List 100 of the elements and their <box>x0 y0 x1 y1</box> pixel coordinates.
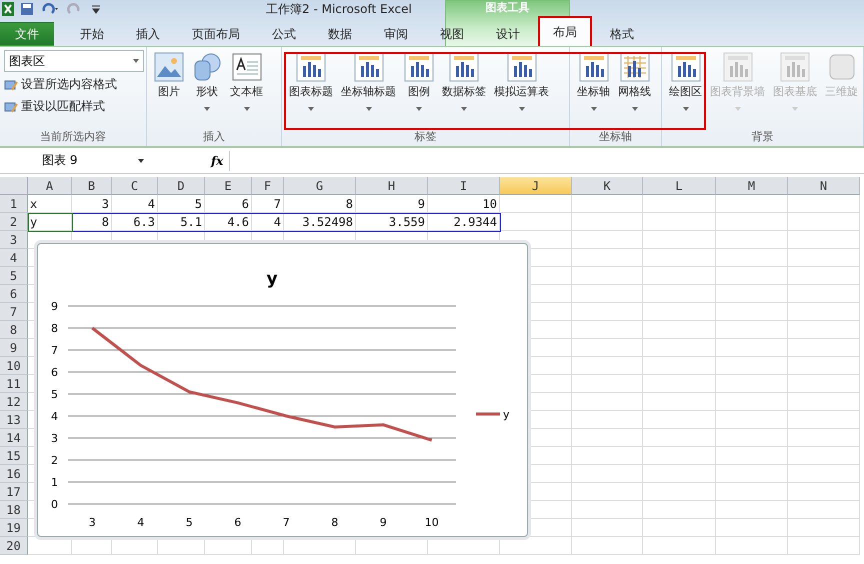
table-cell <box>716 249 788 267</box>
table-cell <box>716 195 788 213</box>
name-box[interactable]: 图表 9 <box>0 150 150 170</box>
row-header[interactable]: 5 <box>0 267 28 285</box>
ribbon-button[interactable]: 数据标签 <box>439 50 489 113</box>
row-header[interactable]: 13 <box>0 411 28 429</box>
row-header[interactable]: 15 <box>0 447 28 465</box>
ribbon-button[interactable]: 坐标轴标题 <box>338 50 399 113</box>
column-header[interactable]: D <box>158 177 205 195</box>
table-cell: 10 <box>428 195 500 213</box>
table-cell <box>572 411 643 429</box>
ribbon-button[interactable]: 形状 <box>189 50 225 113</box>
column-header[interactable]: E <box>205 177 252 195</box>
column-header[interactable]: K <box>572 177 643 195</box>
ribbon-tab[interactable]: 插入 <box>122 22 174 46</box>
undo-icon[interactable] <box>40 2 60 16</box>
chart-icon <box>296 52 326 82</box>
format-button[interactable]: 设置所选内容格式 <box>4 75 144 94</box>
x-axis-label: 5 <box>186 516 193 529</box>
table-cell <box>572 393 643 411</box>
y-axis-label: 0 <box>51 498 58 511</box>
customize-toolbar-icon[interactable] <box>92 4 100 14</box>
row-header[interactable]: 20 <box>0 537 28 555</box>
table-cell: 3.559 <box>356 213 428 231</box>
column-header[interactable]: I <box>428 177 500 195</box>
table-cell <box>572 447 643 465</box>
row-header[interactable]: 14 <box>0 429 28 447</box>
table-cell <box>572 213 643 231</box>
table-cell <box>572 501 643 519</box>
y-axis-label: 9 <box>51 300 58 313</box>
group-label: 当前所选内容 <box>39 130 107 145</box>
x-axis-label: 9 <box>380 516 387 529</box>
ribbon-button[interactable]: 图片 <box>151 50 187 101</box>
table-cell: 5 <box>158 195 205 213</box>
row-header[interactable]: 2 <box>0 213 28 231</box>
group-label: 坐标轴 <box>598 130 633 145</box>
excel-logo-icon <box>2 2 14 16</box>
column-header[interactable]: G <box>284 177 356 195</box>
column-header[interactable]: F <box>252 177 284 195</box>
ribbon-button[interactable]: 文本框 <box>227 50 266 113</box>
table-cell <box>572 339 643 357</box>
shapes-icon <box>192 52 222 82</box>
row-header[interactable]: 1 <box>0 195 28 213</box>
row-header[interactable]: 17 <box>0 483 28 501</box>
row-header[interactable]: 7 <box>0 303 28 321</box>
row-header[interactable]: 3 <box>0 231 28 249</box>
ribbon-tab[interactable]: 文件 <box>0 22 54 46</box>
ribbon-tab[interactable]: 数据 <box>314 22 366 46</box>
table-cell: 4 <box>252 213 284 231</box>
ribbon-button[interactable]: 坐标轴 <box>574 50 613 113</box>
legend-label: y <box>503 408 510 421</box>
chart-icon <box>722 52 752 82</box>
table-cell <box>572 285 643 303</box>
row-header[interactable]: 10 <box>0 357 28 375</box>
ribbon-tab[interactable]: 开始 <box>66 22 118 46</box>
save-icon[interactable] <box>20 2 34 16</box>
ribbon-tab[interactable]: 格式 <box>596 22 648 46</box>
row-header[interactable]: 8 <box>0 321 28 339</box>
column-header[interactable]: B <box>72 177 112 195</box>
row-header[interactable]: 11 <box>0 375 28 393</box>
function-button[interactable]: fx <box>211 154 224 168</box>
column-header[interactable]: J <box>500 177 572 195</box>
row-header[interactable]: 19 <box>0 519 28 537</box>
selection-dropdown[interactable]: 图表区 <box>4 50 144 72</box>
ribbon-tab[interactable]: 布局 <box>538 16 592 46</box>
ribbon-tab[interactable]: 设计 <box>482 22 534 46</box>
column-header[interactable]: N <box>788 177 860 195</box>
ribbon-button[interactable]: 图例 <box>401 50 437 113</box>
ribbon-button[interactable]: 模拟运算表 <box>491 50 552 113</box>
ribbon-button[interactable]: 图表标题 <box>286 50 336 113</box>
ribbon-button[interactable]: 网格线 <box>615 50 654 113</box>
row-header[interactable]: 18 <box>0 501 28 519</box>
column-header[interactable]: H <box>356 177 428 195</box>
column-header[interactable]: C <box>112 177 158 195</box>
table-cell <box>788 447 860 465</box>
y-axis-label: 1 <box>51 476 58 489</box>
column-header[interactable]: L <box>643 177 716 195</box>
ribbon-tab[interactable]: 公式 <box>258 22 310 46</box>
ribbon-tab[interactable]: 审阅 <box>370 22 422 46</box>
table-cell <box>788 465 860 483</box>
row-header[interactable]: 12 <box>0 393 28 411</box>
table-cell: 4.6 <box>205 213 252 231</box>
ribbon-button[interactable]: 绘图区 <box>666 50 705 113</box>
table-cell <box>572 465 643 483</box>
column-header[interactable]: A <box>28 177 72 195</box>
row-header[interactable]: 4 <box>0 249 28 267</box>
format-button[interactable]: 重设以匹配样式 <box>4 97 144 116</box>
chart-icon <box>449 52 479 82</box>
row-header[interactable]: 16 <box>0 465 28 483</box>
table-cell <box>572 357 643 375</box>
chart-icon <box>780 52 810 82</box>
table-cell <box>788 357 860 375</box>
row-header[interactable]: 6 <box>0 285 28 303</box>
ribbon-tab[interactable]: 页面布局 <box>178 22 254 46</box>
table-cell <box>788 519 860 537</box>
y-axis-label: 2 <box>51 454 58 467</box>
column-header[interactable]: M <box>716 177 788 195</box>
row-header[interactable]: 9 <box>0 339 28 357</box>
table-cell: 7 <box>252 195 284 213</box>
ribbon-tab[interactable]: 视图 <box>426 22 478 46</box>
